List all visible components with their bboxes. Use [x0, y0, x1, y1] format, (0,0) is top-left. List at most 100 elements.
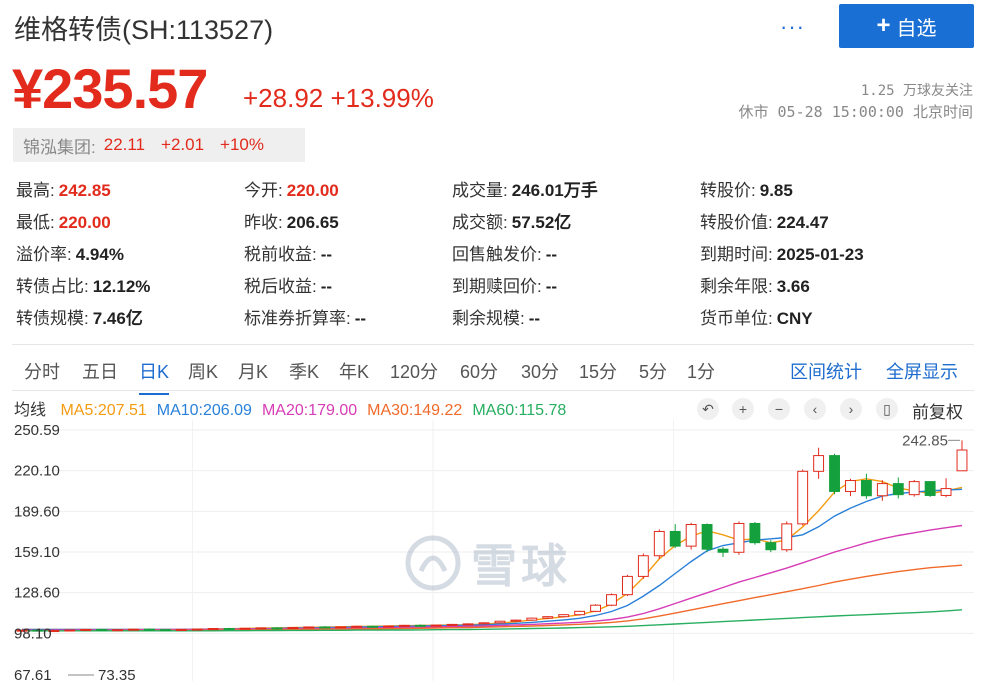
- candle: [414, 624, 426, 627]
- y-tick-label: 189.60: [14, 503, 60, 520]
- quote-key: 最高:: [16, 181, 55, 200]
- quote-value: 2025-01-23: [776, 245, 864, 264]
- candle: [924, 481, 936, 496]
- candle: [510, 619, 522, 622]
- current-price: ¥235.57: [12, 57, 208, 120]
- quote-item: 最低: 220.00: [16, 208, 111, 233]
- quote-value: 246.01万手: [511, 181, 598, 200]
- candle: [80, 628, 92, 631]
- candle: [892, 483, 904, 496]
- candle: [829, 455, 840, 492]
- quote-item: 剩余年限: 3.66: [700, 272, 810, 297]
- high-label: 242.85: [902, 432, 948, 449]
- candle: [669, 530, 681, 547]
- ma-label: 均线: [14, 402, 47, 419]
- candle: [223, 628, 235, 631]
- candle: [207, 628, 219, 631]
- quote-item: 税后收益: --: [244, 272, 332, 297]
- quote-item: 标准券折算率: --: [244, 304, 366, 329]
- candle: [876, 483, 888, 497]
- prev-icon[interactable]: ‹: [804, 398, 826, 420]
- candle: [621, 575, 633, 596]
- candle: [64, 629, 76, 632]
- candle: [956, 449, 968, 472]
- zoom-out-icon[interactable]: −: [768, 398, 790, 420]
- quote-value: --: [320, 277, 333, 296]
- quote-key: 剩余年限:: [700, 277, 773, 296]
- more-options-button[interactable]: ···: [780, 14, 805, 40]
- candle: [462, 623, 474, 626]
- quote-key: 昨收:: [244, 213, 283, 232]
- quote-item: 转股价: 9.85: [700, 176, 793, 201]
- candle: [606, 594, 617, 606]
- candle: [303, 626, 315, 629]
- period-tabs: 分时 五日 日K 周K 月K 季K 年K 120分 60分 30分 15分 5分 1分 区间统计 全屏显示: [12, 346, 974, 395]
- zoom-in-icon[interactable]: +: [732, 398, 754, 420]
- candle: [430, 624, 442, 627]
- next-icon[interactable]: ›: [840, 398, 862, 420]
- tab-period[interactable]: 30分: [521, 358, 559, 384]
- quote-value: --: [545, 277, 558, 296]
- range-stats-link[interactable]: 区间统计: [790, 358, 862, 384]
- candle: [398, 624, 410, 627]
- candle: [685, 524, 697, 547]
- candle: [765, 542, 777, 551]
- quote-value: CNY: [776, 309, 813, 328]
- fullscreen-link[interactable]: 全屏显示: [886, 358, 958, 384]
- candle: [494, 620, 506, 624]
- tab-period[interactable]: 60分: [460, 358, 498, 384]
- ma-legend-item: MA30:149.22: [367, 402, 463, 419]
- quote-key: 转债规模:: [16, 309, 89, 328]
- candle: [383, 625, 394, 628]
- quote-value: --: [545, 245, 558, 264]
- tab-period[interactable]: 1分: [687, 358, 715, 384]
- candle: [653, 530, 665, 557]
- quote-item: 到期时间: 2025-01-23: [700, 240, 864, 265]
- quote-value: --: [528, 309, 541, 328]
- tab-period[interactable]: 周K: [188, 358, 218, 384]
- quote-value: 3.66: [776, 277, 810, 296]
- quote-item: 货币单位: CNY: [700, 304, 813, 329]
- candle: [478, 622, 490, 625]
- quote-key: 税后收益:: [244, 277, 317, 296]
- quote-key: 货币单位:: [700, 309, 773, 328]
- tab-period[interactable]: 120分: [390, 358, 438, 384]
- candle: [112, 629, 124, 632]
- quote-key: 今开:: [244, 181, 283, 200]
- quote-key: 成交额:: [452, 213, 508, 232]
- y-tick-label: 98.10: [14, 625, 52, 642]
- underlying-pct: +10%: [220, 135, 264, 154]
- tab-period[interactable]: 年K: [339, 358, 369, 384]
- underlying-stock-tag[interactable]: 锦泓集团: 22.11 +2.01 +10%: [13, 128, 305, 162]
- add-watchlist-button[interactable]: + 自选: [839, 4, 974, 48]
- quote-key: 转债占比:: [16, 277, 89, 296]
- tab-period[interactable]: 季K: [289, 358, 319, 384]
- tab-period[interactable]: 日K: [139, 358, 170, 395]
- undo-icon[interactable]: ↶: [697, 398, 719, 420]
- add-watchlist-label: 自选: [896, 17, 937, 40]
- tab-period[interactable]: 5分: [639, 358, 667, 384]
- candle: [526, 617, 538, 621]
- quote-key: 成交量:: [452, 181, 508, 200]
- y-tick-label: 220.10: [14, 463, 60, 480]
- candle: [590, 604, 601, 612]
- quote-value: 220.00: [58, 213, 111, 232]
- quote-key: 回售触发价:: [452, 245, 542, 264]
- quote-value: 220.00: [286, 181, 339, 200]
- quote-item: 最高: 242.85: [16, 176, 111, 201]
- candle: [128, 628, 139, 631]
- quote-item: 税前收益: --: [244, 240, 332, 265]
- tab-period[interactable]: 五日: [82, 358, 118, 384]
- tab-period[interactable]: 月K: [238, 358, 268, 384]
- candle-icon[interactable]: ▯: [876, 398, 898, 420]
- tab-period[interactable]: 15分: [579, 358, 617, 384]
- quote-value: 9.85: [759, 181, 793, 200]
- quote-key: 转股价值:: [700, 213, 773, 232]
- candle: [701, 524, 713, 550]
- quote-value: 242.85: [58, 181, 111, 200]
- tab-period[interactable]: 分时: [24, 358, 60, 384]
- quote-key: 税前收益:: [244, 245, 317, 264]
- underlying-price: 22.11: [103, 135, 146, 154]
- candle: [351, 625, 363, 628]
- candle: [191, 628, 203, 631]
